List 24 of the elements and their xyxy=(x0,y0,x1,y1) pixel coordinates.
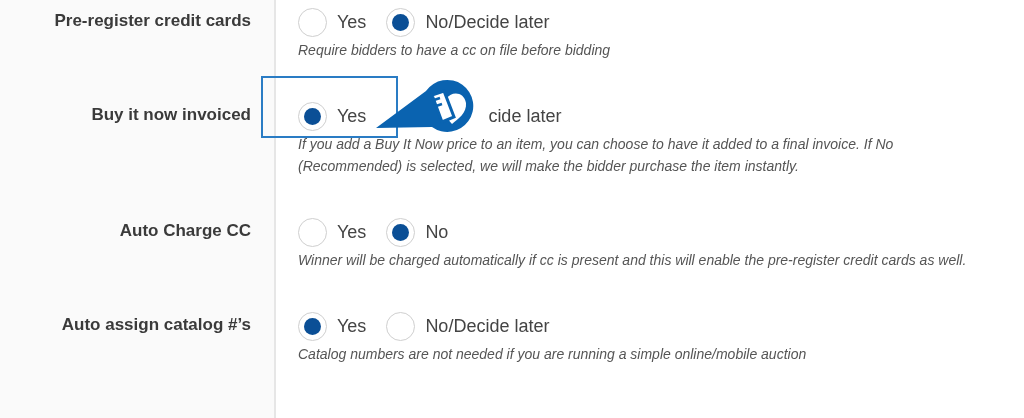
option-label[interactable]: Yes xyxy=(337,315,367,337)
help-text: Winner will be charged automatically if cc is present and this will enable the pre-register credit cards as well. xyxy=(298,251,968,270)
setting-label: Pre-register credit cards xyxy=(54,11,251,30)
help-text: Require bidders to have a cc on file before bidding xyxy=(298,41,612,60)
setting-label: Auto assign catalog #’s xyxy=(61,315,251,334)
option-label[interactable]: Yes xyxy=(337,11,367,33)
option-label[interactable]: Yes xyxy=(337,221,367,243)
setting-label: Auto Charge CC xyxy=(119,221,251,240)
option-label[interactable]: No/Decide later xyxy=(425,315,550,337)
option-label[interactable]: No/Decide later xyxy=(425,11,550,33)
radio-button[interactable] xyxy=(386,217,416,247)
callout-hand-heart-icon xyxy=(376,79,476,135)
help-text: If you add a Buy It Now price to an item, you can choose to have it added to a final invoice. If No (Recommended) is selected, we will make the bidder purchase the item instantly. xyxy=(298,135,895,176)
option-label[interactable]: Yes xyxy=(337,105,367,127)
radio-button[interactable] xyxy=(386,311,416,341)
radio-button[interactable] xyxy=(386,7,416,37)
radio-button[interactable] xyxy=(298,101,327,131)
radio-button[interactable] xyxy=(298,217,327,247)
option-label[interactable]: cide later xyxy=(488,105,562,127)
radio-button[interactable] xyxy=(298,7,327,37)
help-text: Catalog numbers are not needed if you are running a simple online/mobile auction xyxy=(298,345,808,364)
radio-button[interactable] xyxy=(298,311,327,341)
setting-label: Buy it now invoiced xyxy=(91,105,251,124)
option-label[interactable]: No xyxy=(425,221,449,243)
